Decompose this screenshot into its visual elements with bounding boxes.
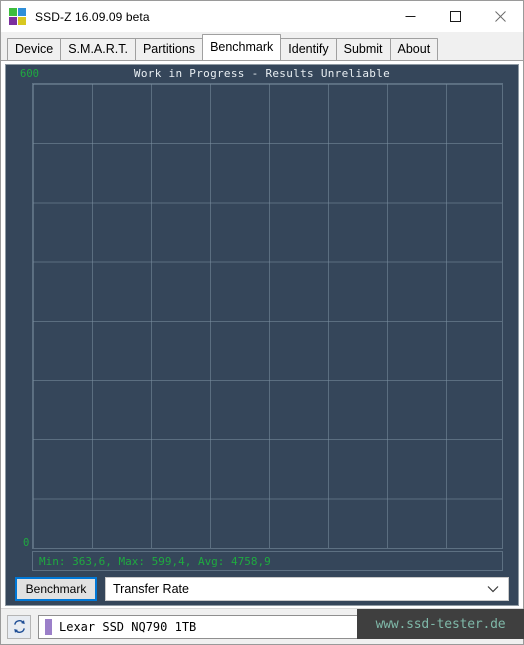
tab-about[interactable]: About [389, 38, 439, 60]
tab-smart[interactable]: S.M.A.R.T. [60, 38, 136, 60]
y-axis-max-label: 600 [20, 68, 39, 80]
titlebar: SSD-Z 16.09.09 beta [1, 1, 523, 32]
minimize-icon [405, 16, 416, 17]
tab-benchmark[interactable]: Benchmark [202, 34, 282, 60]
chart-plot-area [32, 83, 503, 549]
tab-identify[interactable]: Identify [280, 38, 337, 60]
drive-select[interactable]: Lexar SSD NQ790 1TB [38, 614, 459, 639]
benchmark-tab-page: 600 Work in Progress - Results Unreliabl… [1, 60, 523, 608]
tab-device[interactable]: Device [7, 38, 62, 60]
quit-button[interactable]: Quit [465, 614, 517, 639]
benchmark-chart: 600 Work in Progress - Results Unreliabl… [6, 65, 518, 573]
chart-stats-text: Min: 363,6, Max: 599,4, Avg: 4758,9 [39, 554, 271, 568]
chevron-down-icon [487, 578, 499, 600]
drive-color-swatch [45, 618, 52, 635]
benchmark-mode-select[interactable]: Transfer Rate [105, 577, 509, 601]
run-benchmark-button[interactable]: Benchmark [15, 577, 97, 601]
close-icon [495, 11, 506, 22]
ssdz-logo-icon [9, 8, 26, 25]
y-axis-min-label: 0 [23, 537, 30, 549]
minimize-button[interactable] [388, 1, 433, 32]
chart-stats-bar: Min: 363,6, Max: 599,4, Avg: 4758,9 [32, 551, 503, 571]
benchmark-controls: Benchmark Transfer Rate [6, 573, 518, 605]
tab-submit[interactable]: Submit [335, 38, 391, 60]
refresh-button[interactable] [7, 614, 31, 639]
drive-select-value: Lexar SSD NQ790 1TB [59, 619, 197, 634]
ssdz-application-window: SSD-Z 16.09.09 beta Device S.M.A.R.T. Pa… [0, 0, 524, 645]
window-controls [388, 1, 523, 32]
benchmark-mode-value: Transfer Rate [113, 582, 189, 596]
status-bar: Lexar SSD NQ790 1TB Quit [1, 608, 523, 644]
refresh-icon [13, 620, 25, 633]
maximize-icon [450, 11, 461, 22]
tab-partitions[interactable]: Partitions [134, 38, 204, 60]
maximize-button[interactable] [433, 1, 478, 32]
chart-title: Work in Progress - Results Unreliable [133, 67, 391, 80]
tab-bar: Device S.M.A.R.T. Partitions Benchmark I… [1, 32, 523, 60]
benchmark-panel: 600 Work in Progress - Results Unreliabl… [5, 64, 519, 606]
close-button[interactable] [478, 1, 523, 32]
window-title: SSD-Z 16.09.09 beta [35, 9, 150, 24]
